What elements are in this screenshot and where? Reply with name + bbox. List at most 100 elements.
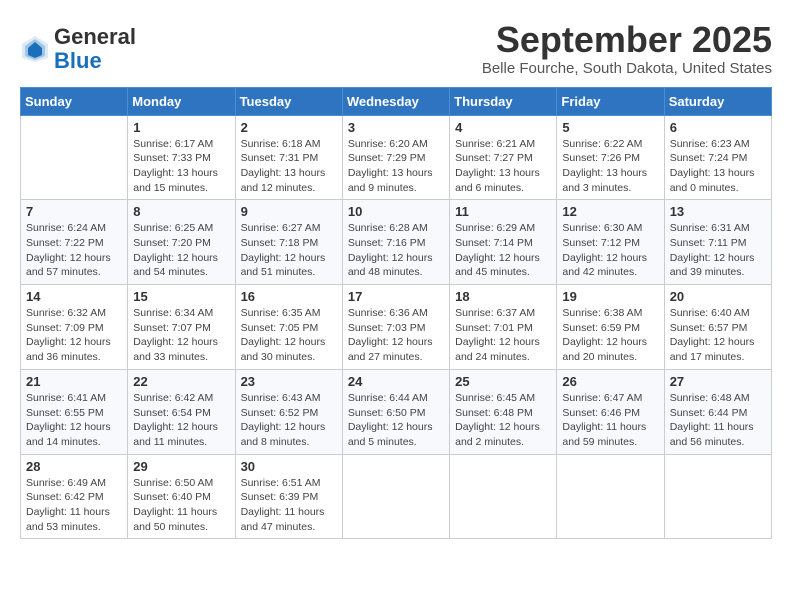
calendar-cell: 15Sunrise: 6:34 AM Sunset: 7:07 PM Dayli… <box>128 285 235 370</box>
day-detail: Sunrise: 6:44 AM Sunset: 6:50 PM Dayligh… <box>348 391 444 450</box>
day-number: 23 <box>241 374 337 389</box>
title-block: September 2025 Belle Fourche, South Dako… <box>482 20 772 77</box>
calendar-week-row: 21 Sunrise: 6:41 AM Sunset: 6:55 PM Dayli… <box>21 369 772 454</box>
day-number: 10 <box>348 204 444 219</box>
day-number: 12 <box>562 204 658 219</box>
calendar-cell: 10 Sunrise: 6:28 AM Sunset: 7:16 PM Dayli… <box>342 200 449 285</box>
logo-blue: Blue <box>54 48 102 73</box>
calendar-cell: 23 Sunrise: 6:43 AM Sunset: 6:52 PM Dayli… <box>235 369 342 454</box>
calendar-cell: 7Sunrise: 6:24 AM Sunset: 7:22 PM Daylig… <box>21 200 128 285</box>
day-detail: Sunrise: 6:36 AM Sunset: 7:03 PM Dayligh… <box>348 306 444 365</box>
weekday-header-row: SundayMondayTuesdayWednesdayThursdayFrid… <box>21 87 772 115</box>
weekday-header: Monday <box>128 87 235 115</box>
calendar-cell: 26Sunrise: 6:47 AM Sunset: 6:46 PM Dayli… <box>557 369 664 454</box>
day-detail: Sunrise: 6:50 AM Sunset: 6:40 PM Dayligh… <box>133 476 229 535</box>
day-number: 16 <box>241 289 337 304</box>
calendar-cell <box>664 454 771 539</box>
calendar-cell <box>450 454 557 539</box>
calendar-week-row: 14 Sunrise: 6:32 AM Sunset: 7:09 PM Dayli… <box>21 285 772 370</box>
calendar-week-row: 7Sunrise: 6:24 AM Sunset: 7:22 PM Daylig… <box>21 200 772 285</box>
day-detail: Sunrise: 6:37 AM Sunset: 7:01 PM Dayligh… <box>455 306 551 365</box>
day-number: 5 <box>562 120 658 135</box>
logo-text: General Blue <box>54 25 136 73</box>
day-number: 17 <box>348 289 444 304</box>
calendar-cell: 13 Sunrise: 6:31 AM Sunset: 7:11 PM Dayli… <box>664 200 771 285</box>
day-number: 3 <box>348 120 444 135</box>
day-number: 14 <box>26 289 122 304</box>
day-number: 9 <box>241 204 337 219</box>
calendar-cell: 11 Sunrise: 6:29 AM Sunset: 7:14 PM Dayli… <box>450 200 557 285</box>
day-detail: Sunrise: 6:38 AM Sunset: 6:59 PM Dayligh… <box>562 306 658 365</box>
day-detail: Sunrise: 6:32 AM Sunset: 7:09 PM Dayligh… <box>26 306 122 365</box>
day-detail: Sunrise: 6:49 AM Sunset: 6:42 PM Dayligh… <box>26 476 122 535</box>
day-detail: Sunrise: 6:45 AM Sunset: 6:48 PM Dayligh… <box>455 391 551 450</box>
day-number: 28 <box>26 459 122 474</box>
calendar-cell <box>557 454 664 539</box>
calendar-cell: 4Sunrise: 6:21 AM Sunset: 7:27 PM Daylig… <box>450 115 557 200</box>
page-header: General Blue September 2025 Belle Fourch… <box>20 20 772 77</box>
day-detail: Sunrise: 6:48 AM Sunset: 6:44 PM Dayligh… <box>670 391 766 450</box>
day-number: 22 <box>133 374 229 389</box>
location: Belle Fourche, South Dakota, United Stat… <box>482 60 772 77</box>
day-number: 24 <box>348 374 444 389</box>
calendar-cell: 1 Sunrise: 6:17 AM Sunset: 7:33 PM Daylig… <box>128 115 235 200</box>
day-detail: Sunrise: 6:27 AM Sunset: 7:18 PM Dayligh… <box>241 221 337 280</box>
day-detail: Sunrise: 6:28 AM Sunset: 7:16 PM Dayligh… <box>348 221 444 280</box>
day-detail: Sunrise: 6:42 AM Sunset: 6:54 PM Dayligh… <box>133 391 229 450</box>
day-detail: Sunrise: 6:17 AM Sunset: 7:33 PM Dayligh… <box>133 137 229 196</box>
day-number: 6 <box>670 120 766 135</box>
calendar-cell <box>342 454 449 539</box>
calendar-cell: 16 Sunrise: 6:35 AM Sunset: 7:05 PM Dayli… <box>235 285 342 370</box>
month-title: September 2025 <box>482 20 772 60</box>
day-detail: Sunrise: 6:41 AM Sunset: 6:55 PM Dayligh… <box>26 391 122 450</box>
day-number: 26 <box>562 374 658 389</box>
day-detail: Sunrise: 6:30 AM Sunset: 7:12 PM Dayligh… <box>562 221 658 280</box>
day-detail: Sunrise: 6:22 AM Sunset: 7:26 PM Dayligh… <box>562 137 658 196</box>
day-number: 19 <box>562 289 658 304</box>
calendar-cell: 9 Sunrise: 6:27 AM Sunset: 7:18 PM Daylig… <box>235 200 342 285</box>
logo-general: General <box>54 24 136 49</box>
calendar-cell: 28 Sunrise: 6:49 AM Sunset: 6:42 PM Dayli… <box>21 454 128 539</box>
calendar-cell <box>21 115 128 200</box>
day-detail: Sunrise: 6:29 AM Sunset: 7:14 PM Dayligh… <box>455 221 551 280</box>
calendar-cell: 17 Sunrise: 6:36 AM Sunset: 7:03 PM Dayli… <box>342 285 449 370</box>
day-number: 21 <box>26 374 122 389</box>
day-detail: Sunrise: 6:31 AM Sunset: 7:11 PM Dayligh… <box>670 221 766 280</box>
weekday-header: Thursday <box>450 87 557 115</box>
calendar-cell: 5 Sunrise: 6:22 AM Sunset: 7:26 PM Daylig… <box>557 115 664 200</box>
calendar-week-row: 1 Sunrise: 6:17 AM Sunset: 7:33 PM Daylig… <box>21 115 772 200</box>
day-detail: Sunrise: 6:25 AM Sunset: 7:20 PM Dayligh… <box>133 221 229 280</box>
calendar-cell: 22 Sunrise: 6:42 AM Sunset: 6:54 PM Dayli… <box>128 369 235 454</box>
day-detail: Sunrise: 6:43 AM Sunset: 6:52 PM Dayligh… <box>241 391 337 450</box>
calendar-cell: 25 Sunrise: 6:45 AM Sunset: 6:48 PM Dayli… <box>450 369 557 454</box>
day-number: 8 <box>133 204 229 219</box>
day-number: 11 <box>455 204 551 219</box>
calendar-cell: 30 Sunrise: 6:51 AM Sunset: 6:39 PM Dayli… <box>235 454 342 539</box>
day-number: 25 <box>455 374 551 389</box>
weekday-header: Sunday <box>21 87 128 115</box>
day-number: 13 <box>670 204 766 219</box>
day-number: 29 <box>133 459 229 474</box>
day-number: 20 <box>670 289 766 304</box>
calendar-table: SundayMondayTuesdayWednesdayThursdayFrid… <box>20 87 772 540</box>
day-detail: Sunrise: 6:23 AM Sunset: 7:24 PM Dayligh… <box>670 137 766 196</box>
day-number: 4 <box>455 120 551 135</box>
day-number: 1 <box>133 120 229 135</box>
day-number: 27 <box>670 374 766 389</box>
weekday-header: Saturday <box>664 87 771 115</box>
calendar-cell: 24 Sunrise: 6:44 AM Sunset: 6:50 PM Dayli… <box>342 369 449 454</box>
calendar-cell: 29 Sunrise: 6:50 AM Sunset: 6:40 PM Dayli… <box>128 454 235 539</box>
day-number: 30 <box>241 459 337 474</box>
calendar-cell: 20 Sunrise: 6:40 AM Sunset: 6:57 PM Dayli… <box>664 285 771 370</box>
weekday-header: Friday <box>557 87 664 115</box>
calendar-cell: 12 Sunrise: 6:30 AM Sunset: 7:12 PM Dayli… <box>557 200 664 285</box>
day-detail: Sunrise: 6:35 AM Sunset: 7:05 PM Dayligh… <box>241 306 337 365</box>
day-detail: Sunrise: 6:40 AM Sunset: 6:57 PM Dayligh… <box>670 306 766 365</box>
calendar-cell: 6 Sunrise: 6:23 AM Sunset: 7:24 PM Daylig… <box>664 115 771 200</box>
calendar-cell: 3Sunrise: 6:20 AM Sunset: 7:29 PM Daylig… <box>342 115 449 200</box>
calendar-cell: 27 Sunrise: 6:48 AM Sunset: 6:44 PM Dayli… <box>664 369 771 454</box>
calendar-cell: 19 Sunrise: 6:38 AM Sunset: 6:59 PM Dayli… <box>557 285 664 370</box>
weekday-header: Tuesday <box>235 87 342 115</box>
day-detail: Sunrise: 6:51 AM Sunset: 6:39 PM Dayligh… <box>241 476 337 535</box>
logo-icon <box>20 34 50 64</box>
